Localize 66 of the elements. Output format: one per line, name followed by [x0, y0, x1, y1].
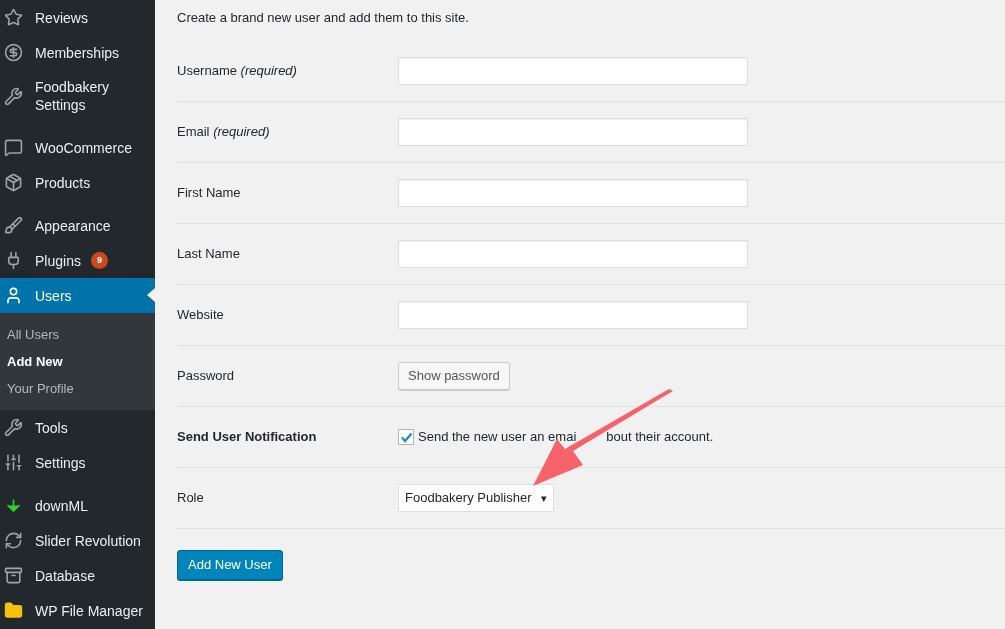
count-badge: 9 — [90, 252, 108, 269]
sidebar-label: Appearance — [35, 216, 111, 235]
brush-icon — [4, 216, 23, 235]
speech-bubble-icon — [4, 138, 23, 157]
sidebar-item[interactable]: Memberships — [0, 35, 155, 70]
box-icon — [4, 173, 23, 192]
sidebar-label: Slider Revolution — [35, 531, 141, 550]
sidebar-item[interactable]: WooCommerce — [0, 130, 155, 165]
checkbox[interactable] — [398, 429, 414, 445]
sidebar-item[interactable]: Tools — [0, 410, 155, 445]
wrench-icon — [4, 418, 23, 437]
sidebar-item[interactable]: Settings — [0, 445, 155, 480]
current-pointer — [147, 288, 155, 302]
input-field[interactable] — [398, 240, 748, 268]
sidebar-item[interactable]: downML — [0, 488, 155, 523]
sidebar-label: downML — [35, 496, 88, 515]
submenu-item[interactable]: Add New — [0, 348, 155, 375]
sidebar-label: WooCommerce — [35, 138, 132, 157]
coin-icon — [4, 43, 23, 62]
sidebar-item[interactable]: Slider Revolution — [0, 523, 155, 558]
sidebar-item[interactable]: Appearance — [0, 208, 155, 243]
field-label: First Name — [177, 184, 242, 203]
sidebar-label: Tools — [35, 418, 68, 437]
user-icon — [4, 286, 23, 305]
refresh-icon — [4, 531, 23, 550]
archive-icon — [4, 566, 23, 585]
field-label: Role — [177, 489, 205, 508]
sidebar-label: Products — [35, 173, 91, 192]
sliders-icon — [4, 453, 23, 472]
field-label: Website — [177, 306, 225, 325]
tools-icon — [4, 86, 23, 106]
field-label: Username (required) — [177, 62, 298, 81]
checkbox-label: bout their account. — [606, 428, 714, 447]
intro-text: Create a brand new user and add them to this site. — [177, 9, 470, 26]
input-field[interactable] — [398, 301, 748, 329]
sidebar-item[interactable]: Foodbakery Settings — [0, 70, 155, 122]
star-icon — [4, 8, 23, 27]
checkbox-label: Send the new user an emai — [418, 428, 577, 447]
field-label: Last Name — [177, 245, 241, 264]
input-field[interactable] — [398, 118, 748, 146]
arrow-down-icon — [4, 496, 23, 515]
add-new-user-button[interactable]: Add New User — [177, 550, 283, 580]
show-password-button[interactable]: Show password — [398, 362, 510, 390]
sidebar-label: Plugins — [35, 251, 81, 270]
input-field[interactable] — [398, 179, 748, 207]
sidebar-item[interactable]: WP File Manager — [0, 593, 155, 628]
sidebar-label: Database — [35, 566, 95, 585]
sidebar-item[interactable]: Products — [0, 165, 155, 200]
sidebar-label: Foodbakery Settings — [35, 78, 110, 114]
field-label: Send User Notification — [177, 428, 318, 447]
sidebar-label: WP File Manager — [35, 601, 143, 620]
field-label: Email (required) — [177, 123, 271, 142]
sidebar-label: Reviews — [35, 8, 88, 27]
input-field[interactable] — [398, 57, 748, 85]
sidebar-label: Users — [35, 286, 72, 305]
field-label: Password — [177, 367, 236, 386]
sidebar-label: Settings — [35, 453, 86, 472]
sidebar-item[interactable]: Plugins 9 — [0, 243, 155, 278]
folder-icon — [4, 601, 23, 620]
sidebar-item[interactable]: Reviews — [0, 0, 155, 35]
sidebar-label: Memberships — [35, 43, 120, 62]
submenu-item[interactable]: Your Profile — [0, 375, 155, 402]
role-dropdown[interactable]: Foodbakery Publisher ▾ — [398, 484, 555, 512]
submenu-item[interactable]: All Users — [0, 321, 155, 348]
sidebar-item[interactable]: Database — [0, 558, 155, 593]
sidebar-item[interactable]: Users — [0, 278, 155, 313]
